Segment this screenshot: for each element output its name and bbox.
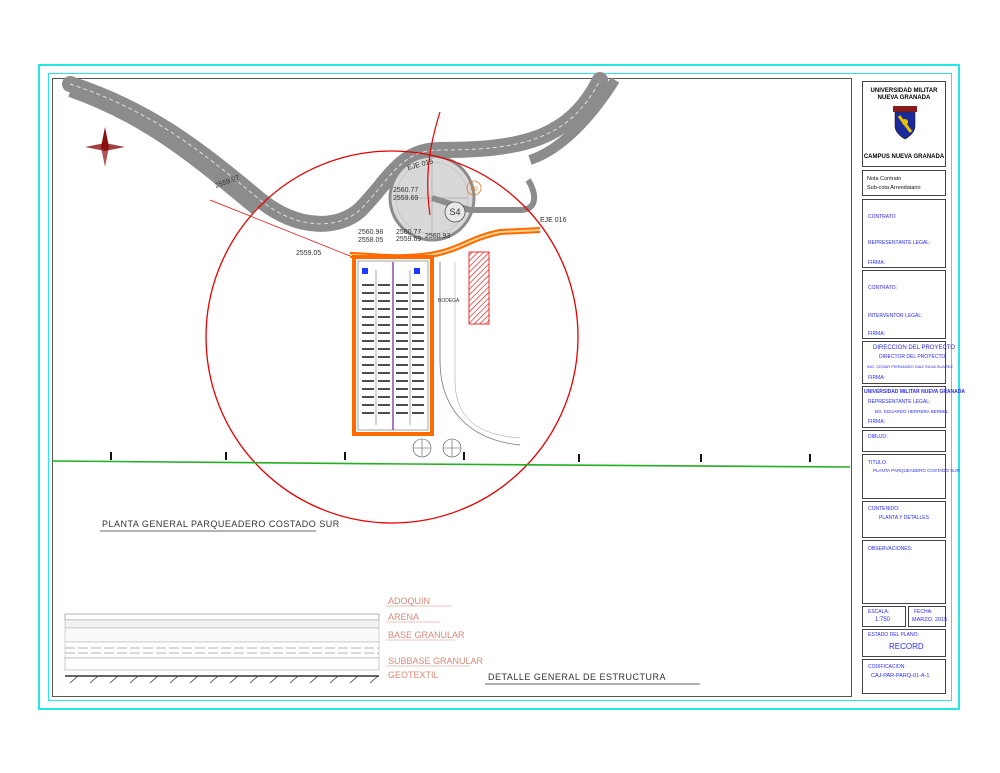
cad-drawing[interactable]: S4 40 BODEGA 2560.77 2559.69 2560.98 255…: [0, 0, 1000, 773]
interventor-label: INTERVENTOR LEGAL:: [868, 313, 923, 319]
parking-lot[interactable]: [352, 255, 434, 436]
bodega-label: BODEGA: [438, 298, 460, 304]
umng-box: UNIVERSIDAD MILITAR NUEVA GRANADA REPRES…: [862, 386, 965, 428]
interventor-box: CONTRATO: INTERVENTOR LEGAL: FIRMA:: [862, 270, 946, 339]
coding-label: CODIFICACION:: [868, 664, 906, 670]
elevation-label: 2560.77: [396, 229, 421, 236]
axis-label: EJE 016: [540, 217, 567, 224]
campus-name: CAMPUS NUEVA GRANADA: [863, 154, 945, 160]
bodega-building[interactable]: [468, 251, 490, 325]
elevation-label: 2560.93: [425, 233, 450, 240]
university-name-line2: NUEVA GRANADA: [877, 95, 931, 101]
note-box: Nota Contrato Sub-cota Arrendatario: [862, 170, 946, 196]
note-line: Sub-cota Arrendatario: [867, 185, 921, 191]
date-label: FECHA:: [914, 609, 933, 615]
scale-box: ESCALA: 1:750: [862, 606, 906, 627]
contract-label: CONTRATO:: [868, 285, 897, 291]
observations-label: OBSERVACIONES:: [868, 546, 913, 552]
accessible-spot-icon: [362, 268, 368, 274]
coding-box: CODIFICACION: CAJ-PAR-PARQ-01-A-1: [862, 659, 946, 694]
elevation-label: 2559.69: [393, 195, 418, 202]
contractor-box: CONTRATO REPRESENTANTE LEGAL: FIRMA:: [862, 199, 946, 268]
project-direction-box: DIRECCION DEL PROYECTO DIRECTOR DEL PROY…: [862, 341, 955, 384]
elevation-label: 2559.69: [396, 236, 421, 243]
scale-value: 1:750: [875, 617, 891, 623]
rep-legal-label: REPRESENTANTE LEGAL:: [868, 399, 931, 405]
rep-legal-name: BG. EDUARDO HERRERA BERBEL: [875, 409, 949, 414]
main-title: PLANTA GENERAL PARQUEADERO COSTADO SUR: [102, 519, 340, 529]
detail-title: DETALLE GENERAL DE ESTRUCTURA: [488, 672, 666, 682]
rep-legal-label: REPRESENTANTE LEGAL:: [868, 240, 931, 246]
content-value: PLANTA Y DETALLES: [879, 515, 929, 521]
content-label: CONTENIDO:: [868, 506, 900, 512]
signature-label: FIRMA:: [868, 331, 885, 337]
university-name-line1: UNIVERSIDAD MILITAR: [870, 88, 938, 94]
plan-status-label: ESTADO DEL PLANO:: [868, 632, 919, 638]
scale-label: ESCALA:: [868, 609, 890, 615]
date-value: MARZO. 2015: [912, 617, 948, 623]
elevation-label: 2559.05: [296, 250, 321, 257]
coding-value: CAJ-PAR-PARQ-01-A-1: [871, 673, 930, 679]
layer-label: ARENA: [388, 612, 419, 622]
project-direction-heading: DIRECCION DEL PROYECTO: [873, 345, 956, 351]
elevation-label: 2558.05: [358, 237, 383, 244]
content-box: CONTENIDO: PLANTA Y DETALLES: [862, 501, 946, 538]
note-line: Nota Contrato: [867, 176, 902, 182]
drawn-by-label: DIBUJO:: [868, 434, 888, 440]
signature-label: FIRMA:: [868, 375, 885, 381]
plan-status-box: ESTADO DEL PLANO: RECORD: [862, 629, 946, 657]
layer-label: ADOQUIN: [388, 596, 430, 606]
observations-box: OBSERVACIONES:: [862, 540, 946, 604]
layer-label: GEOTEXTIL: [388, 670, 439, 680]
university-crest-icon: [891, 106, 919, 140]
title-label: TITULO:: [868, 460, 888, 466]
accessible-spot-icon: [414, 268, 420, 274]
signature-label: FIRMA:: [868, 260, 885, 266]
contract-label: CONTRATO: [868, 214, 896, 220]
title-box: TITULO: PLANTA PARQUEADERO COSTADO SUR: [862, 454, 960, 499]
node-40: 40: [471, 187, 478, 193]
node-s4: S4: [449, 207, 460, 217]
structure-detail: [64, 613, 380, 684]
roundabout: S4 40: [388, 111, 538, 242]
title-value: PLANTA PARQUEADERO COSTADO SUR: [873, 468, 960, 473]
layer-label: BASE GRANULAR: [388, 630, 465, 640]
university-header: UNIVERSIDAD MILITAR NUEVA GRANADA CAMPUS…: [862, 81, 946, 167]
marker-icon: [110, 452, 811, 462]
elevation-label: 2560.77: [393, 187, 418, 194]
drawing-by-box: DIBUJO:: [862, 430, 946, 452]
elevation-label: 2560.98: [358, 229, 383, 236]
date-box: FECHA: MARZO. 2015: [908, 606, 948, 627]
tree-icon: [412, 438, 462, 458]
plan-status-value: RECORD: [889, 642, 924, 651]
director-label: DIRECTOR DEL PROYECTO:: [879, 354, 947, 360]
ground-line: [51, 460, 851, 468]
north-arrow-icon: [85, 127, 125, 167]
umng-heading: UNIVERSIDAD MILITAR NUEVA GRANADA: [864, 389, 966, 395]
signature-label: FIRMA:: [868, 419, 885, 425]
layer-label: SUBBASE GRANULAR: [388, 656, 484, 666]
director-name: ING. CESAR FERNANDO DIAZ SILVA SUAREZ: [867, 364, 953, 369]
